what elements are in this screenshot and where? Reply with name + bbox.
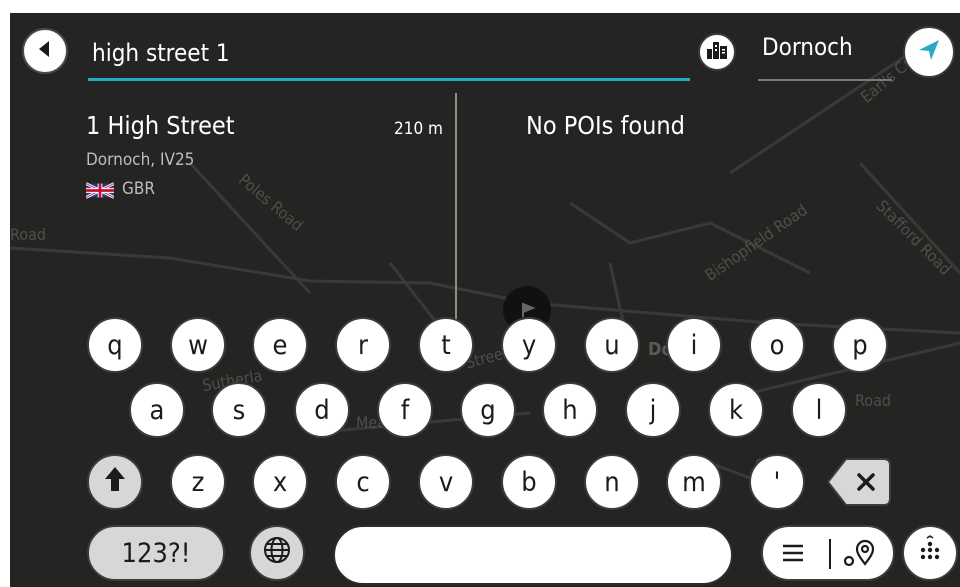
key-j[interactable]: j [625, 382, 681, 438]
arrow-left-icon [34, 38, 56, 64]
key-s[interactable]: s [211, 382, 267, 438]
current-location-button[interactable] [903, 26, 955, 78]
results-divider [455, 93, 457, 323]
result-locality: Dornoch, IV25 [86, 150, 195, 170]
poi-empty-message: No POIs found [526, 111, 685, 140]
result-distance: 210 m [394, 119, 443, 139]
map-background [10, 31, 960, 495]
key-e[interactable]: e [252, 317, 308, 373]
search-underline [88, 78, 690, 81]
toggle-separator [829, 539, 831, 569]
uk-flag-icon [86, 182, 114, 199]
view-toggle[interactable] [761, 525, 895, 581]
key-u[interactable]: u [584, 317, 640, 373]
key-m[interactable]: m [666, 454, 722, 510]
search-input[interactable] [88, 33, 694, 73]
key-i[interactable]: i [666, 317, 722, 373]
more-dots-icon [916, 534, 944, 572]
key-x[interactable]: x [252, 454, 308, 510]
more-options-button[interactable] [902, 525, 958, 581]
key-apostrophe[interactable]: ' [749, 454, 805, 510]
key-f[interactable]: f [377, 382, 433, 438]
key-a[interactable]: a [129, 382, 185, 438]
key-n[interactable]: n [584, 454, 640, 510]
search-field[interactable] [88, 33, 694, 81]
key-b[interactable]: b [501, 454, 557, 510]
city-name[interactable]: Dornoch [762, 33, 853, 61]
result-country: GBR [122, 179, 155, 199]
navigation-search-screen: Poles Road Bishopfield Road Stafford Roa… [10, 13, 960, 587]
key-q[interactable]: q [87, 317, 143, 373]
key-h[interactable]: h [542, 382, 598, 438]
key-w[interactable]: w [170, 317, 226, 373]
map-street-label: Road [855, 391, 892, 410]
navigation-arrow-icon [917, 38, 941, 66]
backspace-key[interactable] [826, 457, 892, 507]
key-d[interactable]: d [294, 382, 350, 438]
back-button[interactable] [22, 28, 68, 74]
result-title: 1 High Street [86, 111, 235, 140]
key-c[interactable]: c [335, 454, 391, 510]
numbers-symbols-key[interactable]: 123?! [87, 525, 225, 581]
city-select-button[interactable] [698, 33, 736, 71]
list-icon[interactable] [781, 542, 805, 568]
key-y[interactable]: y [501, 317, 557, 373]
shift-arrow-icon [103, 465, 127, 500]
city-underline [758, 79, 892, 81]
city-buildings-icon [706, 40, 728, 64]
key-p[interactable]: p [832, 317, 888, 373]
key-v[interactable]: v [418, 454, 474, 510]
map-pin-icon[interactable] [843, 538, 877, 572]
key-z[interactable]: z [170, 454, 226, 510]
key-r[interactable]: r [335, 317, 391, 373]
key-l[interactable]: l [791, 382, 847, 438]
key-o[interactable]: o [749, 317, 805, 373]
shift-key[interactable] [87, 454, 143, 510]
key-t[interactable]: t [418, 317, 474, 373]
globe-icon [262, 535, 292, 572]
key-k[interactable]: k [708, 382, 764, 438]
language-key[interactable] [249, 525, 305, 581]
space-key[interactable] [333, 525, 733, 585]
map-street-label: Road [10, 225, 47, 244]
key-g[interactable]: g [460, 382, 516, 438]
